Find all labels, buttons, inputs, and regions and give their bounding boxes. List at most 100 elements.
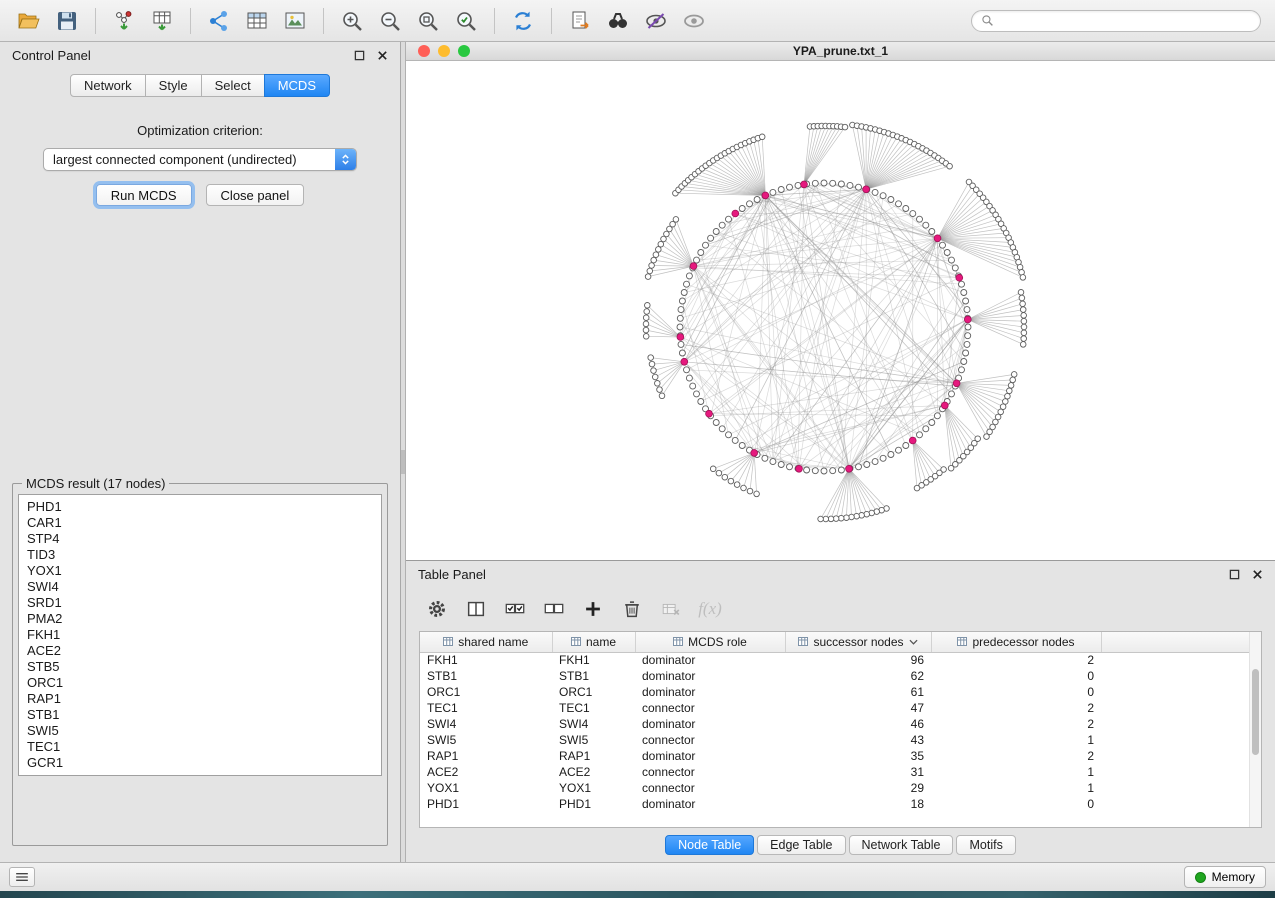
- table-cell[interactable]: 1: [931, 764, 1101, 780]
- table-cell[interactable]: 31: [785, 764, 931, 780]
- table-row[interactable]: STB1STB1dominator620: [420, 668, 1261, 684]
- mcds-result-item[interactable]: STP4: [27, 531, 373, 547]
- toolbar-button-export-image[interactable]: [279, 5, 311, 37]
- table-row[interactable]: ACE2ACE2connector311: [420, 764, 1261, 780]
- table-cell[interactable]: SWI5: [552, 732, 635, 748]
- table-toolbar-select-all-button[interactable]: [500, 594, 530, 624]
- table-row[interactable]: SWI4SWI4dominator462: [420, 716, 1261, 732]
- table-cell[interactable]: YOX1: [420, 780, 552, 796]
- table-cell[interactable]: PHD1: [552, 796, 635, 812]
- table-cell[interactable]: connector: [635, 700, 785, 716]
- column-header-successor-nodes[interactable]: successor nodes: [785, 632, 931, 652]
- table-cell[interactable]: 2: [931, 716, 1101, 732]
- tab-select[interactable]: Select: [201, 74, 265, 97]
- table-scrollbar-thumb[interactable]: [1252, 669, 1259, 755]
- mcds-result-item[interactable]: YOX1: [27, 563, 373, 579]
- table-row[interactable]: PHD1PHD1dominator180: [420, 796, 1261, 812]
- column-header-predecessor-nodes[interactable]: predecessor nodes: [931, 632, 1101, 652]
- table-cell[interactable]: 47: [785, 700, 931, 716]
- table-cell[interactable]: 2: [931, 652, 1101, 668]
- table-cell[interactable]: dominator: [635, 796, 785, 812]
- toolbar-button-apply-layout[interactable]: [507, 5, 539, 37]
- search-input[interactable]: [999, 13, 1251, 28]
- mcds-result-item[interactable]: CAR1: [27, 515, 373, 531]
- mcds-result-item[interactable]: FKH1: [27, 627, 373, 643]
- table-cell[interactable]: 29: [785, 780, 931, 796]
- table-row[interactable]: SWI5SWI5connector431: [420, 732, 1261, 748]
- table-scrollbar[interactable]: [1249, 632, 1261, 827]
- splitter-handle[interactable]: [401, 450, 405, 474]
- column-header-shared-name[interactable]: shared name: [420, 632, 552, 652]
- toolbar-button-open-session[interactable]: [13, 5, 45, 37]
- table-tab-motifs[interactable]: Motifs: [956, 835, 1015, 855]
- mcds-result-item[interactable]: SWI4: [27, 579, 373, 595]
- window-close-button[interactable]: [418, 45, 430, 57]
- table-cell[interactable]: TEC1: [552, 700, 635, 716]
- table-row[interactable]: RAP1RAP1dominator352: [420, 748, 1261, 764]
- toolbar-button-import-table-file[interactable]: [146, 5, 178, 37]
- mcds-result-item[interactable]: SRD1: [27, 595, 373, 611]
- table-tab-edge-table[interactable]: Edge Table: [757, 835, 845, 855]
- table-row[interactable]: ORC1ORC1dominator610: [420, 684, 1261, 700]
- table-cell[interactable]: ACE2: [552, 764, 635, 780]
- toolbar-button-zoom-in[interactable]: [336, 5, 368, 37]
- table-cell[interactable]: connector: [635, 780, 785, 796]
- table-cell[interactable]: 62: [785, 668, 931, 684]
- table-cell[interactable]: STB1: [552, 668, 635, 684]
- table-toolbar-show-columns-button[interactable]: [461, 594, 491, 624]
- table-cell[interactable]: dominator: [635, 668, 785, 684]
- mcds-result-item[interactable]: ACE2: [27, 643, 373, 659]
- float-panel-button[interactable]: [354, 50, 365, 61]
- mcds-result-item[interactable]: STB5: [27, 659, 373, 675]
- search-box[interactable]: [971, 10, 1261, 32]
- status-menu-button[interactable]: [9, 867, 35, 887]
- toolbar-button-new-table[interactable]: [241, 5, 273, 37]
- table-cell[interactable]: SWI5: [420, 732, 552, 748]
- toolbar-button-zoom-selected[interactable]: [450, 5, 482, 37]
- table-cell[interactable]: SWI4: [420, 716, 552, 732]
- column-header-MCDS-role[interactable]: MCDS role: [635, 632, 785, 652]
- optimization-criterion-select[interactable]: largest connected component (undirected): [43, 148, 357, 171]
- table-cell[interactable]: 1: [931, 732, 1101, 748]
- tab-style[interactable]: Style: [145, 74, 202, 97]
- table-cell[interactable]: 43: [785, 732, 931, 748]
- mcds-result-item[interactable]: GCR1: [27, 755, 373, 771]
- table-row[interactable]: TEC1TEC1connector472: [420, 700, 1261, 716]
- close-panel-action-button[interactable]: Close panel: [206, 184, 305, 206]
- column-header-name[interactable]: name: [552, 632, 635, 652]
- table-cell[interactable]: STB1: [420, 668, 552, 684]
- table-toolbar-deselect-all-button[interactable]: [539, 594, 569, 624]
- tab-network[interactable]: Network: [70, 74, 146, 97]
- table-cell[interactable]: 18: [785, 796, 931, 812]
- table-cell[interactable]: dominator: [635, 748, 785, 764]
- table-cell[interactable]: dominator: [635, 652, 785, 668]
- table-row[interactable]: YOX1YOX1connector291: [420, 780, 1261, 796]
- table-cell[interactable]: 96: [785, 652, 931, 668]
- table-cell[interactable]: SWI4: [552, 716, 635, 732]
- toolbar-button-new-network[interactable]: [203, 5, 235, 37]
- table-toolbar-new-column-button[interactable]: [578, 594, 608, 624]
- table-cell[interactable]: 2: [931, 700, 1101, 716]
- toolbar-button-hide-graphics-details[interactable]: [640, 5, 672, 37]
- table-cell[interactable]: 1: [931, 780, 1101, 796]
- table-cell[interactable]: 0: [931, 684, 1101, 700]
- table-cell[interactable]: connector: [635, 732, 785, 748]
- table-cell[interactable]: FKH1: [420, 652, 552, 668]
- memory-button[interactable]: Memory: [1184, 866, 1266, 888]
- toolbar-button-zoom-out[interactable]: [374, 5, 406, 37]
- table-cell[interactable]: FKH1: [552, 652, 635, 668]
- mcds-result-item[interactable]: PHD1: [27, 499, 373, 515]
- table-cell[interactable]: ORC1: [552, 684, 635, 700]
- table-cell[interactable]: RAP1: [552, 748, 635, 764]
- table-cell[interactable]: PHD1: [420, 796, 552, 812]
- table-cell[interactable]: 61: [785, 684, 931, 700]
- table-tab-network-table[interactable]: Network Table: [849, 835, 954, 855]
- toolbar-button-export-network[interactable]: [564, 5, 596, 37]
- table-cell[interactable]: YOX1: [552, 780, 635, 796]
- mcds-result-item[interactable]: TEC1: [27, 739, 373, 755]
- table-cell[interactable]: 35: [785, 748, 931, 764]
- table-cell[interactable]: ORC1: [420, 684, 552, 700]
- network-canvas[interactable]: [406, 61, 1275, 560]
- table-cell[interactable]: 2: [931, 748, 1101, 764]
- tab-mcds[interactable]: MCDS: [264, 74, 330, 97]
